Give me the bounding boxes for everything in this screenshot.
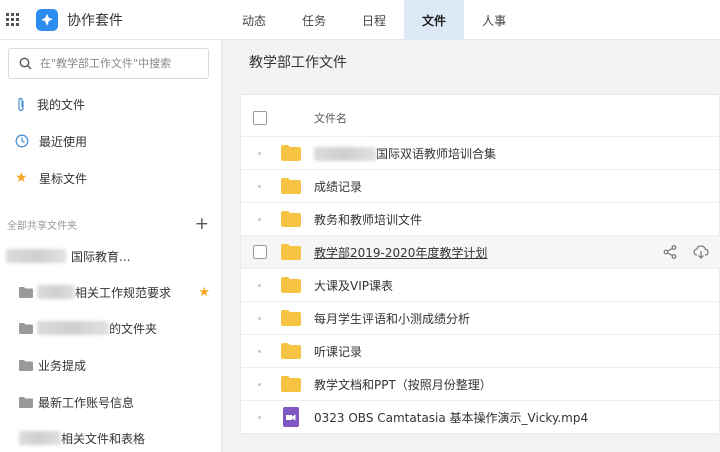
- file-list: 文件名 国际双语教师培训合集 成绩记录 教务和教师培训文件 教学部2019-20…: [240, 94, 720, 434]
- folder-icon: [281, 277, 301, 293]
- tab-tasks[interactable]: 任务: [284, 0, 344, 40]
- select-all-checkbox[interactable]: [253, 110, 267, 125]
- tree-item-label: 相关工作规范要求: [75, 285, 172, 300]
- file-row[interactable]: 教学部2019-2020年度教学计划: [241, 236, 720, 269]
- folder-icon: [19, 396, 33, 408]
- paperclip-icon: [18, 97, 24, 111]
- redacted-text: [6, 249, 66, 263]
- file-name: 0323 OBS Camtatasia 基本操作演示_Vicky.mp4: [314, 410, 589, 425]
- clock-icon: [15, 134, 29, 148]
- sidebar-item-starred[interactable]: ★ 星标文件: [0, 163, 222, 193]
- row-bullet: [258, 151, 261, 155]
- share-icon[interactable]: [662, 244, 678, 260]
- search-box: [8, 48, 209, 79]
- search-icon: [19, 57, 32, 70]
- sidebar-item-label: 我的文件: [37, 97, 86, 112]
- folder-icon: [281, 244, 301, 260]
- row-checkbox[interactable]: [253, 245, 267, 259]
- file-row[interactable]: 教学文档和PPT（按照月份整理）: [241, 368, 720, 401]
- app-logo-icon: [36, 8, 58, 31]
- page-title: 教学部工作文件: [249, 55, 347, 71]
- file-name[interactable]: 教学部2019-2020年度教学计划: [314, 244, 487, 261]
- folder-icon: [19, 359, 33, 371]
- folder-icon: [281, 178, 301, 194]
- row-bullet: [258, 415, 261, 419]
- row-bullet: [258, 184, 261, 188]
- redacted-text: [314, 147, 376, 161]
- file-name: 听课记录: [314, 344, 363, 359]
- search-input[interactable]: [40, 57, 200, 70]
- file-row[interactable]: 听课记录: [241, 335, 720, 368]
- file-name: 教学文档和PPT（按照月份整理）: [314, 377, 492, 392]
- tree-item-label: 业务提成: [38, 358, 87, 373]
- sidebar: 我的文件 最近使用 ★ 星标文件 全部共享文件夹 + 国际教育... 相关工作规…: [0, 40, 222, 452]
- tree-item-label: 国际教育...: [71, 249, 131, 264]
- row-bullet: [258, 382, 261, 386]
- tree-item[interactable]: 的文件夹: [0, 313, 222, 343]
- tree-item[interactable]: 相关文件和表格: [0, 423, 222, 452]
- redacted-text: [37, 321, 109, 335]
- file-name: 教务和教师培训文件: [314, 212, 423, 227]
- file-name-text: 国际双语教师培训合集: [376, 146, 497, 161]
- file-row[interactable]: 教务和教师培训文件: [241, 203, 720, 236]
- tree-item[interactable]: 相关工作规范要求 ★: [0, 277, 222, 307]
- file-list-header: 文件名: [241, 99, 720, 137]
- app-title: 协作套件: [67, 12, 123, 29]
- file-row[interactable]: 大课及VIP课表: [241, 269, 720, 302]
- video-file-icon: [283, 407, 299, 427]
- tab-hr[interactable]: 人事: [464, 0, 524, 40]
- tree-item[interactable]: 业务提成: [0, 350, 222, 380]
- shared-folders-header: 全部共享文件夹 +: [0, 214, 222, 234]
- row-bullet: [258, 349, 261, 353]
- file-name: 每月学生评语和小测成绩分析: [314, 311, 471, 326]
- column-header-name[interactable]: 文件名: [314, 110, 347, 126]
- tab-schedule[interactable]: 日程: [344, 0, 404, 40]
- folder-icon: [281, 145, 301, 161]
- star-icon: ★: [15, 170, 28, 186]
- file-row[interactable]: 成绩记录: [241, 170, 720, 203]
- tree-item[interactable]: 最新工作账号信息: [0, 387, 222, 417]
- sidebar-item-label: 最近使用: [39, 134, 88, 149]
- apps-grid-icon[interactable]: [6, 12, 22, 28]
- add-folder-button[interactable]: +: [195, 215, 209, 233]
- star-icon[interactable]: ★: [198, 285, 210, 300]
- file-row[interactable]: 0323 OBS Camtatasia 基本操作演示_Vicky.mp4: [241, 401, 720, 434]
- tree-item-label: 相关文件和表格: [61, 431, 146, 446]
- file-row[interactable]: 国际双语教师培训合集: [241, 137, 720, 170]
- row-bullet: [258, 283, 261, 287]
- section-title: 全部共享文件夹: [7, 220, 77, 232]
- folder-icon: [281, 310, 301, 326]
- tree-item[interactable]: 国际教育...: [0, 241, 222, 271]
- folder-icon: [19, 322, 33, 334]
- sidebar-item-recent[interactable]: 最近使用: [0, 126, 222, 156]
- file-row[interactable]: 每月学生评语和小测成绩分析: [241, 302, 720, 335]
- redacted-text: [37, 285, 75, 299]
- row-bullet: [258, 316, 261, 320]
- folder-icon: [19, 286, 33, 298]
- tab-files[interactable]: 文件: [404, 0, 465, 40]
- file-name: 成绩记录: [314, 179, 363, 194]
- main-nav: 动态 任务 日程 文件 人事: [224, 0, 524, 40]
- folder-icon: [281, 343, 301, 359]
- folder-icon: [281, 211, 301, 227]
- folder-icon: [281, 376, 301, 392]
- tab-activity[interactable]: 动态: [224, 0, 284, 40]
- tree-item-label: 的文件夹: [109, 321, 158, 336]
- sidebar-item-label: 星标文件: [39, 171, 88, 186]
- row-bullet: [258, 217, 261, 221]
- sidebar-item-my-files[interactable]: 我的文件: [0, 89, 222, 119]
- top-bar: 协作套件 动态 任务 日程 文件 人事: [0, 0, 720, 40]
- file-name: 国际双语教师培训合集: [314, 145, 496, 162]
- redacted-text: [19, 431, 61, 445]
- tree-item-label: 最新工作账号信息: [38, 395, 135, 410]
- file-name: 大课及VIP课表: [314, 278, 393, 293]
- cloud-download-icon[interactable]: [693, 244, 709, 260]
